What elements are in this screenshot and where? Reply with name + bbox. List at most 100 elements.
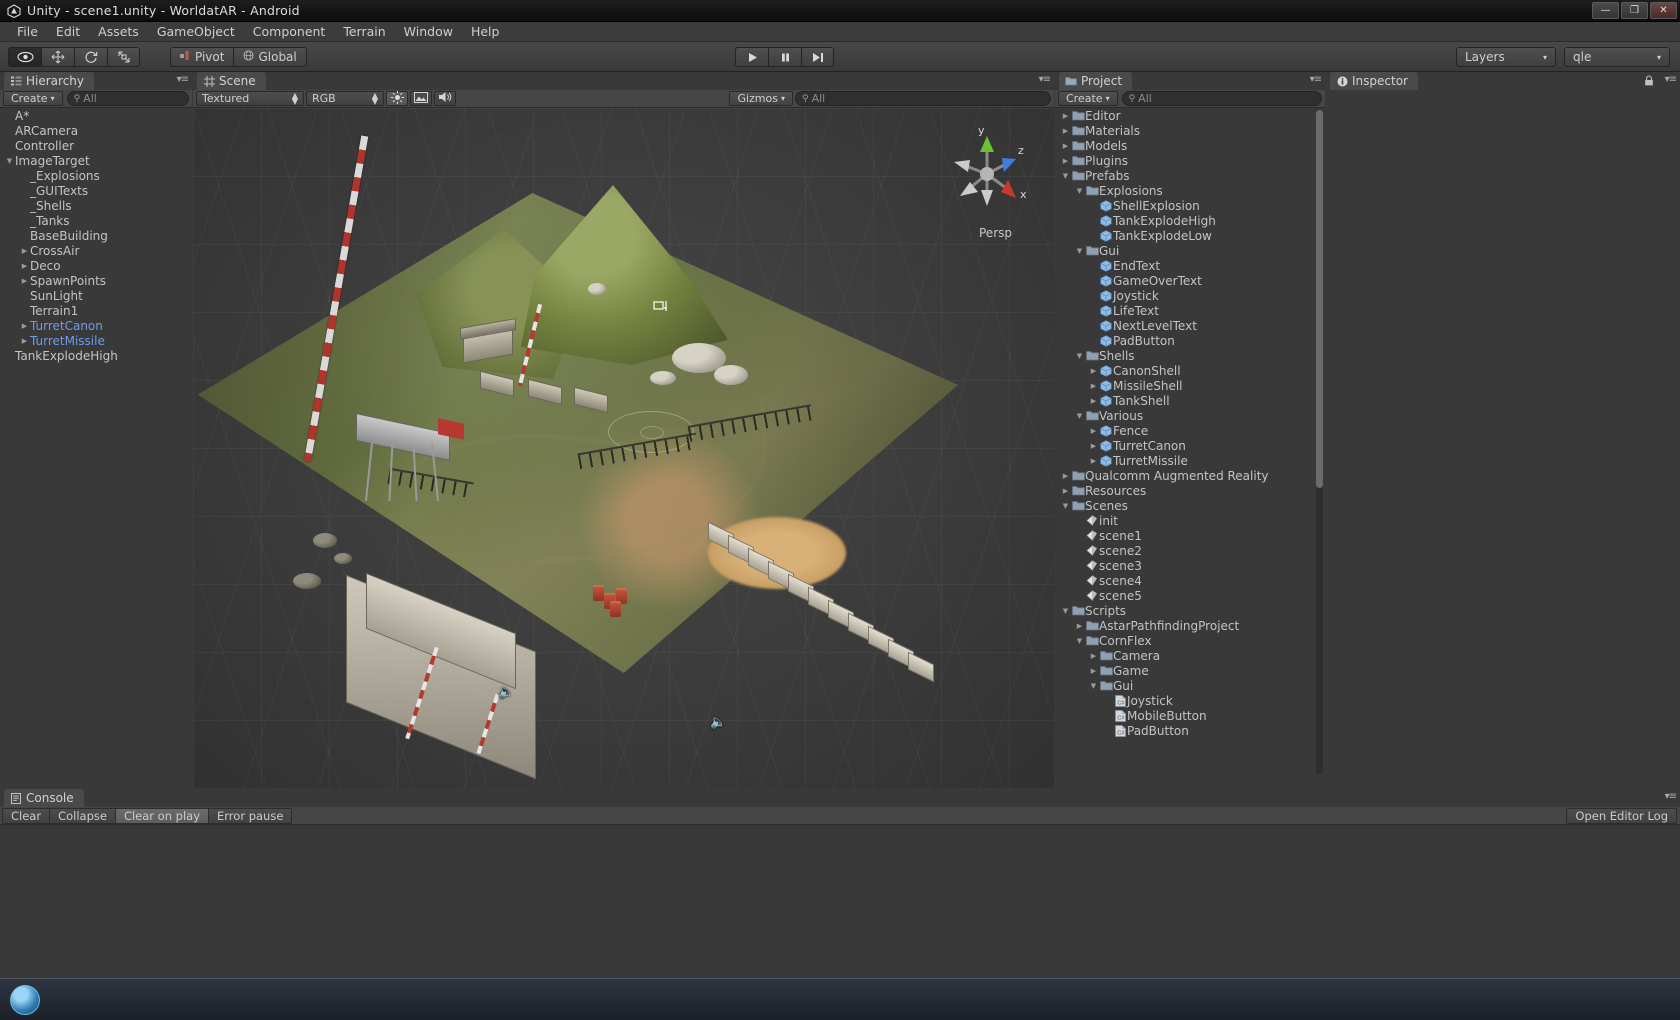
project-item[interactable]: ▶scene5 — [1055, 588, 1315, 603]
disclosure-open-icon[interactable]: ▼ — [1074, 352, 1085, 360]
panel-options-icon[interactable]: ▾≡ — [1665, 791, 1677, 802]
project-item[interactable]: ▼ Gui — [1055, 678, 1315, 693]
hierarchy-item[interactable]: ▶ SpawnPoints — [0, 273, 192, 288]
hierarchy-item[interactable]: ▶TankExplodeHigh — [0, 348, 192, 363]
disclosure-closed-icon[interactable]: ▶ — [1088, 427, 1099, 435]
disclosure-closed-icon[interactable]: ▶ — [1088, 652, 1099, 660]
console-collapse-button[interactable]: Collapse — [49, 807, 115, 824]
disclosure-closed-icon[interactable]: ▶ — [19, 337, 30, 345]
hierarchy-item[interactable]: ▶_GUITexts — [0, 183, 192, 198]
project-scrollbar-thumb[interactable] — [1316, 110, 1323, 488]
tab-console[interactable]: Console — [4, 789, 84, 807]
project-item[interactable]: ▶ MissileShell — [1055, 378, 1315, 393]
hierarchy-item[interactable]: ▶ARCamera — [0, 123, 192, 138]
hierarchy-item[interactable]: ▶ TurretCanon — [0, 318, 192, 333]
scene-search-input[interactable]: ⚲ All — [795, 91, 1051, 106]
scene-lighting-toggle[interactable] — [386, 90, 408, 106]
disclosure-open-icon[interactable]: ▼ — [1074, 412, 1085, 420]
global-button[interactable]: Global — [233, 46, 307, 67]
project-item[interactable]: ▶scene3 — [1055, 558, 1315, 573]
hierarchy-item[interactable]: ▶ Deco — [0, 258, 192, 273]
project-item[interactable]: ▶ Resources — [1055, 483, 1315, 498]
pause-button[interactable] — [768, 47, 801, 67]
panel-options-icon[interactable]: ▾≡ — [1039, 74, 1051, 85]
disclosure-closed-icon[interactable]: ▶ — [1060, 142, 1071, 150]
project-item[interactable]: ▶NextLevelText — [1055, 318, 1315, 333]
hierarchy-item[interactable]: ▶_Explosions — [0, 168, 192, 183]
disclosure-closed-icon[interactable]: ▶ — [1088, 457, 1099, 465]
disclosure-closed-icon[interactable]: ▶ — [1088, 367, 1099, 375]
project-tree[interactable]: ▶ Editor ▶ Materials ▶ Models ▶ Plugins ▼ Prefabs… — [1055, 108, 1315, 788]
hierarchy-search-input[interactable]: ⚲ All — [66, 91, 189, 106]
hand-tool-button[interactable] — [8, 46, 41, 67]
project-item[interactable]: ▶PadButton — [1055, 333, 1315, 348]
tab-project[interactable]: Project — [1059, 72, 1133, 90]
project-item[interactable]: ▶ Camera — [1055, 648, 1315, 663]
move-tool-button[interactable] — [41, 46, 74, 67]
disclosure-closed-icon[interactable]: ▶ — [1088, 382, 1099, 390]
project-item[interactable]: ▶scene1 — [1055, 528, 1315, 543]
disclosure-closed-icon[interactable]: ▶ — [1088, 442, 1099, 450]
menu-file[interactable]: File — [8, 22, 47, 41]
hierarchy-item[interactable]: ▶ TurretMissile — [0, 333, 192, 348]
project-item[interactable]: ▶ Fence — [1055, 423, 1315, 438]
draw-mode-dropdown[interactable]: Textured ▲ ▼ — [196, 91, 304, 106]
panel-options-icon[interactable]: ▾≡ — [1310, 74, 1322, 85]
project-item[interactable]: ▶EndText — [1055, 258, 1315, 273]
disclosure-closed-icon[interactable]: ▶ — [1074, 622, 1085, 630]
open-editor-log-button[interactable]: Open Editor Log — [1566, 808, 1677, 824]
project-scrollbar[interactable] — [1316, 110, 1323, 774]
project-item[interactable]: ▶C#MobileButton — [1055, 708, 1315, 723]
disclosure-closed-icon[interactable]: ▶ — [1060, 157, 1071, 165]
hierarchy-item[interactable]: ▶ CrossAir — [0, 243, 192, 258]
lock-icon[interactable] — [1644, 75, 1654, 89]
disclosure-closed-icon[interactable]: ▶ — [19, 262, 30, 270]
project-item[interactable]: ▶GameOverText — [1055, 273, 1315, 288]
project-item[interactable]: ▼ Gui — [1055, 243, 1315, 258]
project-item[interactable]: ▶scene2 — [1055, 543, 1315, 558]
tab-scene[interactable]: Scene — [197, 72, 266, 90]
project-item[interactable]: ▶ TurretMissile — [1055, 453, 1315, 468]
menu-component[interactable]: Component — [244, 22, 335, 41]
disclosure-closed-icon[interactable]: ▶ — [1088, 667, 1099, 675]
project-item[interactable]: ▼ Shells — [1055, 348, 1315, 363]
layout-dropdown[interactable]: qle ▾ — [1564, 47, 1670, 67]
panel-options-icon[interactable]: ▾≡ — [177, 74, 189, 85]
project-item[interactable]: ▶scene4 — [1055, 573, 1315, 588]
project-item[interactable]: ▶Joystick — [1055, 288, 1315, 303]
project-item[interactable]: ▶ TankShell — [1055, 393, 1315, 408]
maximize-button[interactable]: ❐ — [1621, 2, 1648, 19]
console-log-list[interactable] — [0, 825, 1680, 959]
pivot-button[interactable]: Pivot — [170, 46, 234, 67]
project-item[interactable]: ▶ Editor — [1055, 108, 1315, 123]
scene-viewport[interactable]: 🔈 🔈 y z x Persp — [193, 108, 1054, 788]
panel-options-icon[interactable]: ▾≡ — [1665, 74, 1677, 85]
scale-tool-button[interactable] — [107, 46, 140, 67]
projection-mode-label[interactable]: Persp — [979, 226, 1012, 240]
project-item[interactable]: ▶C#Joystick — [1055, 693, 1315, 708]
project-item[interactable]: ▶ShellExplosion — [1055, 198, 1315, 213]
project-create-button[interactable]: Create ▾ — [1058, 91, 1118, 106]
project-item[interactable]: ▶ Qualcomm Augmented Reality — [1055, 468, 1315, 483]
menu-window[interactable]: Window — [395, 22, 462, 41]
menu-help[interactable]: Help — [462, 22, 509, 41]
disclosure-open-icon[interactable]: ▼ — [1074, 637, 1085, 645]
hierarchy-item[interactable]: ▶_Shells — [0, 198, 192, 213]
menu-terrain[interactable]: Terrain — [334, 22, 394, 41]
project-item[interactable]: ▶ Models — [1055, 138, 1315, 153]
menu-assets[interactable]: Assets — [89, 22, 148, 41]
scene-axis-gizmo[interactable]: y z x — [944, 124, 1030, 236]
play-button[interactable] — [735, 47, 768, 67]
project-item[interactable]: ▶ Plugins — [1055, 153, 1315, 168]
project-item[interactable]: ▶ TurretCanon — [1055, 438, 1315, 453]
project-item[interactable]: ▼ Explosions — [1055, 183, 1315, 198]
menu-gameobject[interactable]: GameObject — [148, 22, 244, 41]
project-item[interactable]: ▶TankExplodeHigh — [1055, 213, 1315, 228]
tab-inspector[interactable]: Inspector — [1330, 72, 1418, 90]
hierarchy-item[interactable]: ▶_Tanks — [0, 213, 192, 228]
project-item[interactable]: ▼ Prefabs — [1055, 168, 1315, 183]
project-item[interactable]: ▶init — [1055, 513, 1315, 528]
hierarchy-tree[interactable]: ▶A*▶ARCamera▶Controller▼ImageTarget▶_Exp… — [0, 108, 192, 788]
scene-fx-toggle[interactable] — [410, 91, 432, 106]
disclosure-open-icon[interactable]: ▼ — [1060, 172, 1071, 180]
